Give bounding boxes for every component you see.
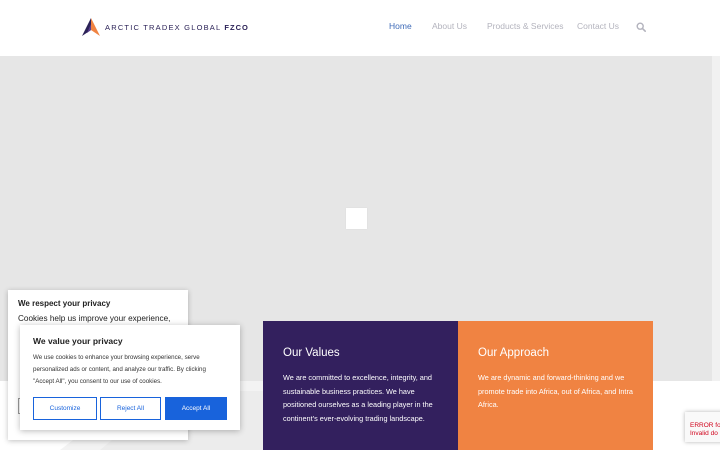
cookie-back-text: Cookies help us improve your experience, <box>18 314 171 323</box>
approach-title: Our Approach <box>478 347 549 359</box>
nav-about-us[interactable]: About Us <box>432 21 467 31</box>
values-card: Our Values We are committed to excellenc… <box>263 321 458 450</box>
customize-button[interactable]: Customize <box>33 397 97 420</box>
recaptcha-error-line2: Invalid do <box>690 430 718 437</box>
approach-card: Our Approach We are dynamic and forward-… <box>458 321 653 450</box>
scrollbar-track[interactable] <box>712 56 720 381</box>
approach-text: We are dynamic and forward-thinking and … <box>478 373 633 409</box>
cookie-consent-dialog: We value your privacy We use cookies to … <box>20 325 240 430</box>
page: ARCTIC TRADEX GLOBAL FZCO Home About Us … <box>0 0 720 450</box>
cookie-text: We use cookies to enhance your browsing … <box>33 354 206 385</box>
hero-loader <box>346 208 367 229</box>
accept-all-button[interactable]: Accept All <box>165 397 227 420</box>
main-nav: Home About Us Products & Services Contac… <box>0 21 720 35</box>
nav-home[interactable]: Home <box>389 21 412 31</box>
values-title: Our Values <box>283 347 340 359</box>
site-header: ARCTIC TRADEX GLOBAL FZCO Home About Us … <box>0 0 720 56</box>
cookie-title: We value your privacy <box>33 336 123 346</box>
nav-contact-us[interactable]: Contact Us <box>577 21 619 31</box>
cookie-back-title: We respect your privacy <box>18 299 111 308</box>
search-icon[interactable] <box>636 22 646 32</box>
reject-all-button[interactable]: Reject All <box>100 397 161 420</box>
recaptcha-error-badge: ERROR fo Invalid do <box>685 412 720 442</box>
recaptcha-error-line1: ERROR fo <box>690 422 720 429</box>
values-text: We are committed to excellence, integrit… <box>283 373 433 423</box>
nav-products-services[interactable]: Products & Services <box>487 21 564 31</box>
